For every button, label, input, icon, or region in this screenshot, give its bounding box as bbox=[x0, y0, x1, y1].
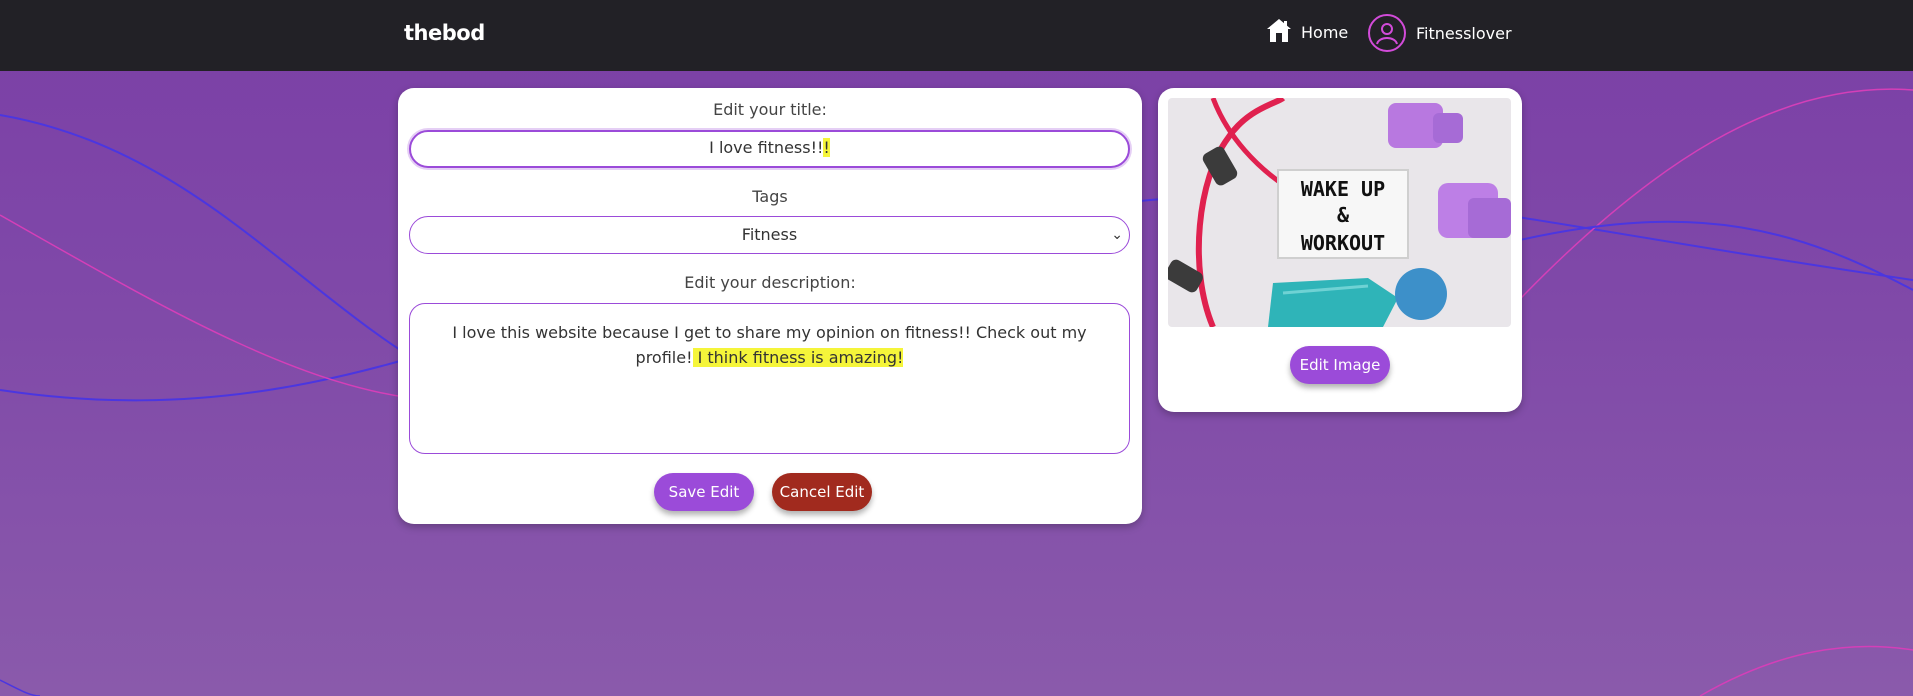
post-image-card: WAKE UP & WORKOUT Edit Image bbox=[1158, 88, 1522, 412]
description-textarea[interactable]: I love this website because I get to sha… bbox=[409, 303, 1130, 454]
title-field-label: Edit your title: bbox=[713, 100, 827, 119]
title-input[interactable] bbox=[409, 130, 1130, 168]
edit-post-form: Edit your title: I love fitness!!! Tags … bbox=[398, 88, 1142, 524]
save-edit-button[interactable]: Save Edit bbox=[654, 473, 754, 511]
nav-user-profile[interactable]: Fitnesslover bbox=[1368, 14, 1512, 52]
tags-selected-value: Fitness bbox=[741, 225, 798, 244]
brand-logo[interactable]: thebod bbox=[404, 21, 485, 45]
nav-user-label: Fitnesslover bbox=[1416, 23, 1512, 43]
edit-image-button[interactable]: Edit Image bbox=[1290, 346, 1390, 384]
photo-text-line1: WAKE UP bbox=[1301, 177, 1385, 201]
photo-text-line3: WORKOUT bbox=[1301, 231, 1385, 255]
chevron-down-icon: ⌄ bbox=[1111, 227, 1123, 243]
cancel-edit-button[interactable]: Cancel Edit bbox=[772, 473, 872, 511]
house-icon bbox=[1265, 16, 1293, 48]
description-field-label: Edit your description: bbox=[684, 273, 856, 292]
nav-home-label: Home bbox=[1301, 22, 1349, 42]
tags-field-label: Tags bbox=[752, 187, 788, 206]
description-text-highlight: I think fitness is amazing! bbox=[692, 348, 904, 367]
top-navbar: thebod Home Fitnesslover bbox=[0, 0, 1913, 71]
user-avatar-icon bbox=[1368, 14, 1406, 52]
nav-home-link[interactable]: Home bbox=[1265, 16, 1348, 48]
post-image: WAKE UP & WORKOUT bbox=[1168, 98, 1511, 327]
photo-text-line2: & bbox=[1337, 203, 1350, 227]
tags-select[interactable]: Fitness ⌄ bbox=[409, 216, 1130, 254]
